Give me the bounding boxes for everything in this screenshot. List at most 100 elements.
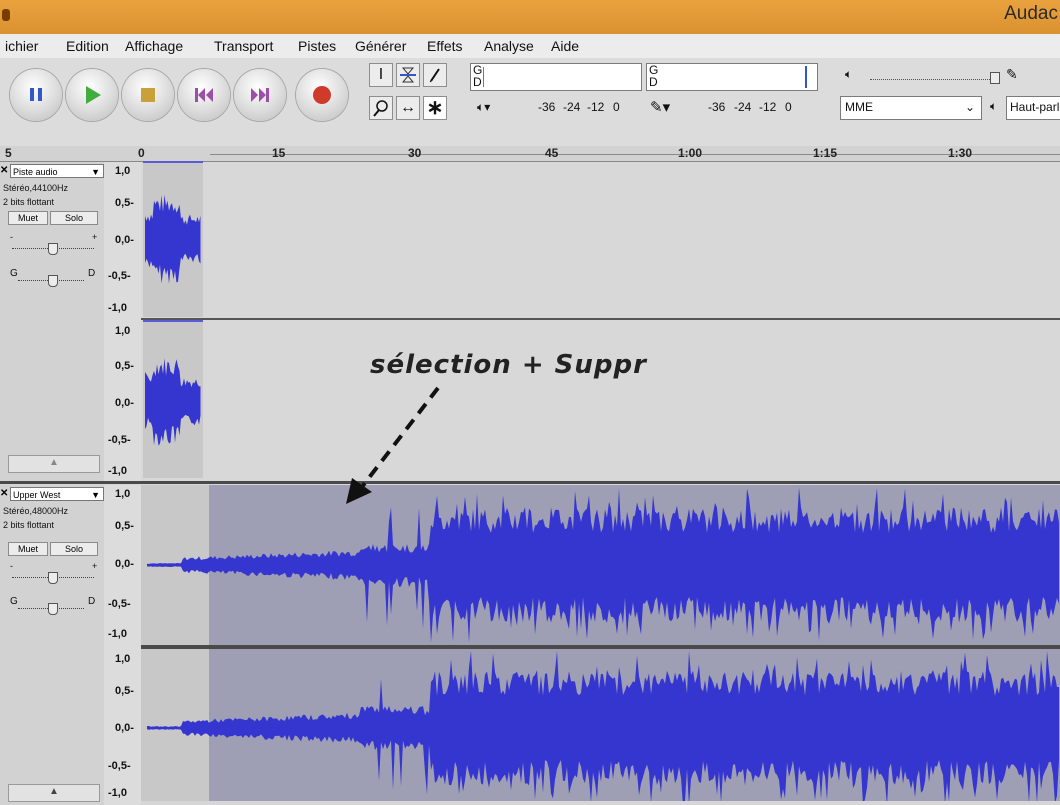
track-name-menu[interactable]: Upper West ▼	[10, 487, 104, 501]
meter-channel-d: D	[473, 75, 482, 89]
annotation-arrow	[346, 386, 440, 504]
collapse-track-button[interactable]: ▲	[8, 784, 100, 802]
menu-transport[interactable]: Transport	[214, 38, 273, 54]
scale-label: 0,5-	[115, 360, 134, 372]
solo-button[interactable]: Solo	[50, 211, 98, 225]
audacity-app-icon	[2, 9, 10, 21]
asterisk-icon: ∗	[426, 97, 444, 119]
record-meter[interactable]: G D	[646, 63, 818, 91]
gain-minus: -	[10, 232, 13, 242]
zoom-tool[interactable]	[369, 96, 393, 120]
track-format: Stéréo,44100Hz	[3, 183, 69, 193]
rec-meter-channel-d: D	[649, 75, 658, 89]
track-control-panel[interactable]: ✕ Upper West ▼ Stéréo,48000Hz 2 bits flot…	[0, 485, 105, 805]
output-volume-icon: 🔈︎	[845, 67, 853, 81]
pause-button[interactable]	[10, 69, 62, 121]
track-name-menu[interactable]: Piste audio ▼	[10, 164, 104, 178]
scale-label: -0,5-	[108, 760, 131, 772]
microphone-icon: ✎▾	[650, 99, 671, 116]
scale-label: -1,0	[108, 628, 127, 640]
envelope-icon	[400, 67, 416, 83]
pause-icon	[30, 88, 42, 101]
close-track-icon[interactable]: ✕	[0, 165, 8, 176]
scale-label: 1,0	[115, 653, 131, 665]
menu-affichage[interactable]: Affichage	[125, 38, 183, 54]
scale-label: 0,0-	[115, 558, 134, 570]
stop-button[interactable]	[122, 69, 174, 121]
output-device-icon: 🔈︎	[990, 99, 998, 113]
time-shift-tool[interactable]: ↔	[396, 96, 420, 120]
scale-label: 0,0-	[115, 234, 134, 246]
scale-label: 0,5-	[115, 685, 134, 697]
ruler-label: 30	[408, 146, 422, 160]
track-control-panel[interactable]: ✕ Piste audio ▼ Stéréo,44100Hz 2 bits flo…	[0, 162, 105, 483]
scale-label: -1,0	[108, 787, 127, 799]
pan-left-label: G	[10, 596, 18, 607]
text-cursor-icon: I	[378, 66, 384, 83]
mute-button[interactable]: Muet	[8, 211, 48, 225]
scale-label: 1,0	[115, 165, 131, 177]
rec-tick-2: -24	[734, 100, 752, 114]
menu-aide[interactable]: Aide	[551, 38, 579, 54]
menu-pistes[interactable]: Pistes	[298, 38, 336, 54]
menu-effets[interactable]: Effets	[427, 38, 463, 54]
pan-right-label: D	[88, 596, 96, 607]
rec-meter-peak	[805, 66, 807, 88]
ruler-label: 0	[138, 146, 145, 160]
gain-minus: -	[10, 561, 13, 571]
ruler-label: 15	[272, 146, 286, 160]
gain-slider-thumb[interactable]	[48, 243, 58, 255]
draw-tool[interactable]	[423, 63, 447, 87]
stop-icon	[141, 88, 155, 102]
solo-button[interactable]: Solo	[50, 542, 98, 556]
track-bitdepth: 2 bits flottant	[3, 520, 55, 530]
playback-meter[interactable]: G D	[470, 63, 642, 91]
play-tick-3: -12	[587, 100, 605, 114]
menu-edition[interactable]: Edition	[66, 38, 109, 54]
collapse-track-button[interactable]: ▲	[8, 455, 100, 473]
envelope-tool[interactable]	[396, 63, 420, 87]
play-button[interactable]	[66, 69, 118, 121]
play-tick-1: -36	[538, 100, 556, 114]
close-track-icon[interactable]: ✕	[0, 488, 8, 499]
scale-label: -0,5-	[108, 270, 131, 282]
menu-bar: ichier Edition Affichage Transport Piste…	[0, 34, 1060, 59]
ruler-label: 1:15	[813, 146, 838, 160]
input-volume-icon: ✎	[1006, 66, 1018, 82]
menu-analyse[interactable]: Analyse	[484, 38, 534, 54]
output-volume-thumb[interactable]	[990, 72, 1000, 84]
track-1-area[interactable]	[141, 162, 1060, 483]
track-2-scale	[104, 485, 141, 805]
chevron-down-icon: ▼	[91, 167, 100, 177]
gain-plus: +	[92, 561, 98, 571]
scale-label: 1,0	[115, 488, 131, 500]
play-icon	[86, 86, 101, 104]
mute-button[interactable]: Muet	[8, 542, 48, 556]
output-volume-slider[interactable]	[870, 79, 990, 81]
host-select[interactable]: MME ⌄	[840, 96, 982, 120]
magnifier-icon	[373, 100, 388, 117]
scale-label: 0,5-	[115, 197, 134, 209]
menu-generer[interactable]: Générer	[355, 38, 406, 54]
scale-label: 0,0-	[115, 722, 134, 734]
scale-label: -1,0	[108, 465, 127, 477]
output-device-select[interactable]: Haut-parleu	[1006, 96, 1060, 120]
record-button[interactable]	[296, 69, 348, 121]
pan-left-label: G	[10, 268, 18, 279]
skip-start-button[interactable]	[178, 69, 230, 121]
rec-tick-3: -12	[759, 100, 777, 114]
ruler-track	[210, 154, 1060, 155]
scale-label: 0,5-	[115, 520, 134, 532]
collapse-arrow-icon: ▲	[49, 457, 59, 468]
pan-slider-thumb[interactable]	[48, 603, 58, 615]
track-1-waveform	[143, 161, 203, 446]
skip-end-button[interactable]	[234, 69, 286, 121]
pan-slider-thumb[interactable]	[48, 275, 58, 287]
title-bar: Audac	[0, 0, 1060, 34]
gain-slider-thumb[interactable]	[48, 572, 58, 584]
selection-tool[interactable]: I	[369, 63, 393, 87]
record-icon	[313, 86, 331, 104]
menu-fichier[interactable]: ichier	[5, 38, 38, 54]
track-format: Stéréo,48000Hz	[3, 506, 69, 516]
multi-tool[interactable]: ∗	[423, 96, 447, 120]
